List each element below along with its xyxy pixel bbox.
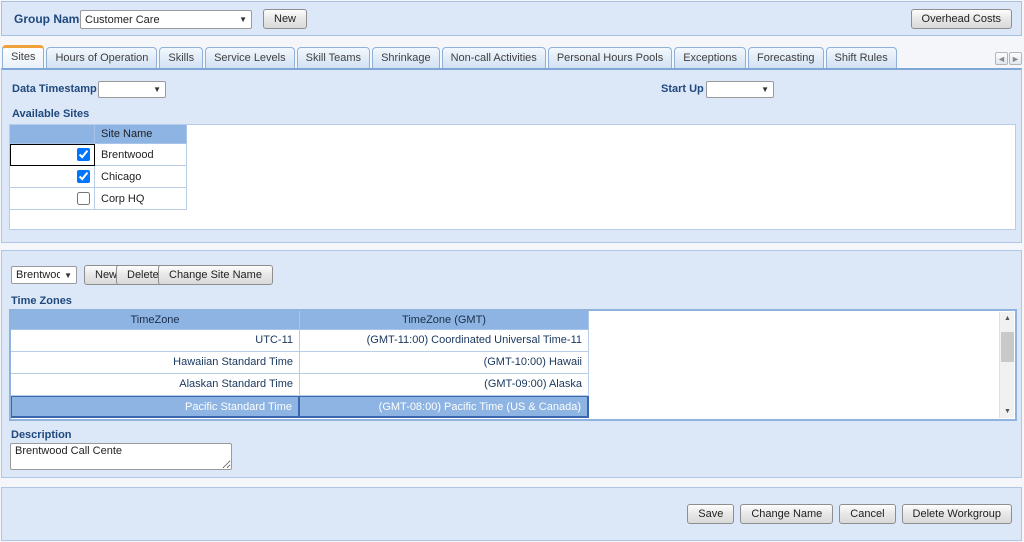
timezone-name-cell: Pacific Standard Time xyxy=(11,396,300,418)
site-name-cell: Brentwood xyxy=(95,144,187,166)
site-checkbox[interactable] xyxy=(77,148,90,161)
scrollbar-thumb[interactable] xyxy=(1001,332,1014,362)
tab-non-call-activities[interactable]: Non-call Activities xyxy=(441,47,546,68)
timezone-gmt-cell: (GMT-11:00) Coordinated Universal Time-1… xyxy=(300,330,589,352)
site-detail-panel: Brentwood ▼ New Delete Change Site Name … xyxy=(1,250,1022,478)
chevron-down-icon: ▼ xyxy=(153,85,161,94)
timezone-name-cell: Alaskan Standard Time xyxy=(11,374,300,396)
time-zones-label: Time Zones xyxy=(11,295,72,307)
available-sites-table: Site Name Brentwood Chicago Corp HQ xyxy=(10,125,187,210)
timezone-row[interactable]: Pacific Standard Time (GMT-08:00) Pacific… xyxy=(11,396,1015,418)
tab-exceptions[interactable]: Exceptions xyxy=(674,47,747,68)
group-name-select[interactable]: Customer Care ▼ xyxy=(80,10,252,29)
footer-buttons: Save Change Name Cancel Delete Workgroup xyxy=(687,504,1012,524)
scroll-up-icon[interactable]: ▲ xyxy=(1001,312,1014,325)
site-checkbox[interactable] xyxy=(77,192,90,205)
sites-panel: Data Timestamp ▼ Start Up ▼ Available Si… xyxy=(1,68,1022,243)
timezone-gmt-cell: (GMT-10:00) Hawaii xyxy=(300,352,589,374)
site-checkbox-cell[interactable] xyxy=(10,166,95,188)
tab-skills[interactable]: Skills xyxy=(159,47,204,68)
checkbox-column-header xyxy=(10,125,95,144)
available-sites-label: Available Sites xyxy=(12,108,90,120)
tab-skill-teams[interactable]: Skill Teams xyxy=(296,47,371,68)
change-name-button[interactable]: Change Name xyxy=(740,504,834,524)
site-row: Chicago xyxy=(10,166,187,188)
tab-forecasting[interactable]: Forecasting xyxy=(748,47,824,68)
available-sites-box: Site Name Brentwood Chicago Corp HQ xyxy=(9,124,1016,230)
tab-service-levels[interactable]: Service Levels xyxy=(205,47,295,68)
tab-hours-of-operation[interactable]: Hours of Operation xyxy=(46,47,158,68)
overhead-costs-button[interactable]: Overhead Costs xyxy=(910,9,1012,29)
description-textarea[interactable]: Brentwood Call Cente xyxy=(10,443,232,470)
available-sites-header-row: Site Name xyxy=(10,125,187,144)
cancel-button[interactable]: Cancel xyxy=(839,504,896,524)
change-site-name-button[interactable]: Change Site Name xyxy=(158,265,273,285)
tab-personal-hours-pools[interactable]: Personal Hours Pools xyxy=(547,47,673,68)
site-name-column-header: Site Name xyxy=(95,125,187,144)
tab-sites[interactable]: Sites xyxy=(2,45,45,68)
tab-bar: Sites Hours of Operation Skills Service Lev… xyxy=(2,45,899,68)
timezone-row[interactable]: UTC-11 (GMT-11:00) Coordinated Universal … xyxy=(11,330,1015,352)
tab-scroll-right-button[interactable]: ► xyxy=(1009,52,1022,65)
footer-panel: Save Change Name Cancel Delete Workgroup xyxy=(1,487,1022,541)
delete-workgroup-button[interactable]: Delete Workgroup xyxy=(901,504,1012,524)
data-timestamp-select[interactable]: ▼ xyxy=(98,81,166,98)
site-checkbox[interactable] xyxy=(77,170,90,183)
site-checkbox-cell[interactable] xyxy=(10,144,95,166)
tab-scroll-left-button[interactable]: ◄ xyxy=(995,52,1008,65)
tab-scroll-controls: ◄ ► xyxy=(995,52,1022,65)
group-name-value: Customer Care xyxy=(85,13,160,26)
timezone-column-header: TimeZone xyxy=(11,311,300,330)
timezone-row[interactable]: Hawaiian Standard Time (GMT-10:00) Hawaii xyxy=(11,352,1015,374)
timezone-gmt-cell: (GMT-08:00) Pacific Time (US & Canada) xyxy=(300,396,589,418)
timezone-gmt-cell: (GMT-09:00) Alaska xyxy=(300,374,589,396)
group-name-label: Group Name xyxy=(14,12,87,26)
site-checkbox-cell[interactable] xyxy=(10,188,95,210)
chevron-down-icon: ▼ xyxy=(239,15,247,24)
site-name-cell: Corp HQ xyxy=(95,188,187,210)
site-select[interactable]: Brentwood ▼ xyxy=(11,266,77,284)
timezone-name-cell: UTC-11 xyxy=(11,330,300,352)
time-zones-body: UTC-11 (GMT-11:00) Coordinated Universal … xyxy=(11,330,1015,418)
save-button[interactable]: Save xyxy=(687,504,735,524)
available-sites-body: Brentwood Chicago Corp HQ xyxy=(10,144,187,210)
time-zones-box: TimeZone TimeZone (GMT) UTC-11 (GMT-11:00… xyxy=(9,309,1017,421)
description-label: Description xyxy=(11,429,72,441)
start-up-select[interactable]: ▼ xyxy=(706,81,774,98)
tab-shrinkage[interactable]: Shrinkage xyxy=(372,47,440,68)
site-name-cell: Chicago xyxy=(95,166,187,188)
new-group-button[interactable]: New xyxy=(263,9,308,29)
chevron-down-icon: ▼ xyxy=(64,270,72,280)
time-zones-table: TimeZone TimeZone (GMT) UTC-11 (GMT-11:00… xyxy=(11,311,1015,418)
tab-shift-rules[interactable]: Shift Rules xyxy=(825,47,897,68)
time-zones-header-row: TimeZone TimeZone (GMT) xyxy=(11,311,1015,330)
site-row: Brentwood xyxy=(10,144,187,166)
site-row: Corp HQ xyxy=(10,188,187,210)
timezone-gmt-column-header: TimeZone (GMT) xyxy=(300,311,589,330)
start-up-label: Start Up xyxy=(661,83,704,95)
timezone-row[interactable]: Alaskan Standard Time (GMT-09:00) Alaska xyxy=(11,374,1015,396)
chevron-down-icon: ▼ xyxy=(761,85,769,94)
group-header-panel: Group Name Customer Care ▼ New Overhead … xyxy=(1,1,1022,36)
time-zones-scrollbar[interactable]: ▲ ▼ xyxy=(999,312,1014,418)
data-timestamp-label: Data Timestamp xyxy=(12,83,97,95)
scroll-down-icon[interactable]: ▼ xyxy=(1001,405,1014,418)
timezone-name-cell: Hawaiian Standard Time xyxy=(11,352,300,374)
